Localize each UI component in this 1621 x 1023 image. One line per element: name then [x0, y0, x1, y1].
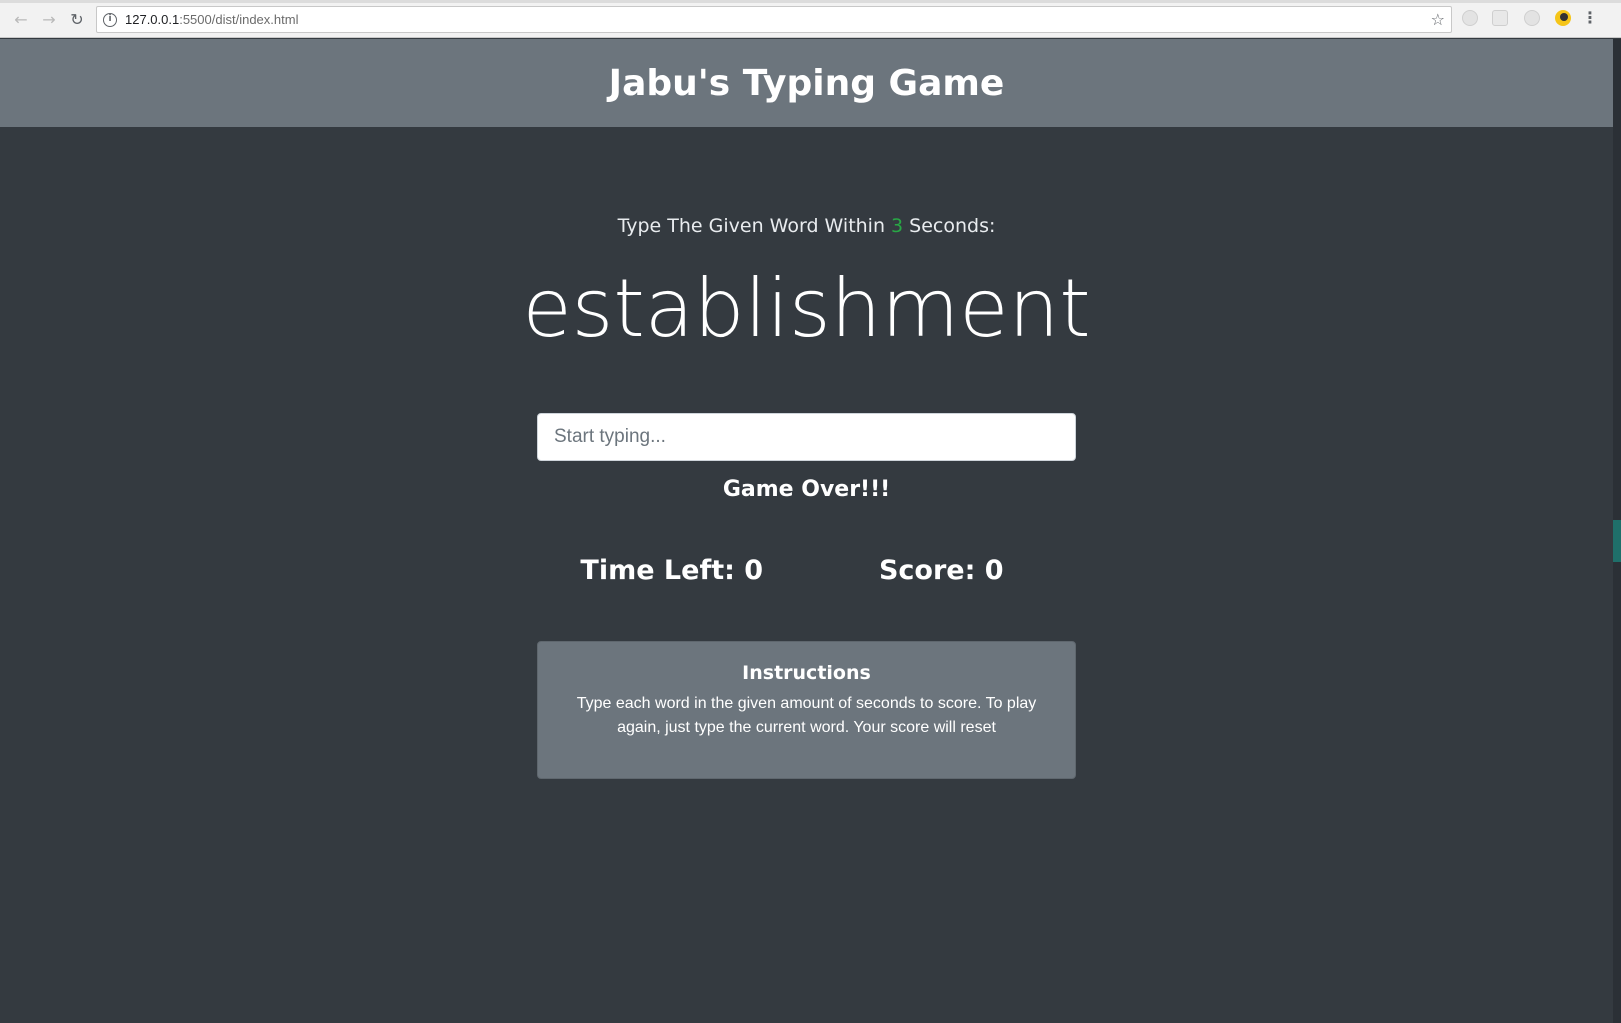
time-left-value: 0 [744, 555, 764, 586]
reload-icon[interactable]: ↻ [66, 8, 88, 30]
instructions-text: Type each word in the given amount of se… [576, 695, 1037, 736]
url-text: 127.0.0.1:5500/dist/index.html [125, 12, 298, 27]
scrollbar-thumb[interactable] [1613, 520, 1621, 562]
game-prompt: Type The Given Word Within 3 Seconds: [537, 215, 1076, 237]
kebab-menu-icon[interactable]: ⋮ [1582, 8, 1598, 27]
score-label: Score: [878, 555, 985, 586]
word-input[interactable] [537, 413, 1076, 461]
score-value: 0 [984, 555, 1004, 586]
extension-icon[interactable] [1555, 10, 1571, 26]
forward-arrow-icon[interactable]: → [38, 8, 60, 30]
instructions-title: Instructions [742, 662, 871, 684]
current-word: establishment [522, 262, 1091, 355]
prompt-prefix: Type The Given Word Within [617, 215, 892, 237]
extension-icon[interactable] [1524, 10, 1540, 26]
tab-strip [0, 0, 1621, 3]
extension-icon[interactable] [1462, 10, 1478, 26]
extension-icon[interactable] [1492, 10, 1508, 26]
time-left-label: Time Left: [580, 555, 745, 586]
game-stats: Time Left: 0 Score: 0 [537, 555, 1076, 586]
address-bar[interactable]: i 127.0.0.1:5500/dist/index.html ☆ [96, 6, 1452, 33]
time-left: Time Left: 0 [537, 555, 807, 586]
url-path: :5500/dist/index.html [179, 12, 299, 27]
status-message: Game Over!!! [722, 477, 891, 502]
page-title: Jabu's Typing Game [608, 62, 1005, 104]
info-icon[interactable]: i [103, 13, 117, 27]
score: Score: 0 [807, 555, 1077, 586]
seconds-value: 3 [891, 215, 904, 237]
back-arrow-icon[interactable]: ← [10, 8, 32, 30]
star-icon[interactable]: ☆ [1431, 10, 1445, 29]
browser-toolbar: ← → ↻ i 127.0.0.1:5500/dist/index.html ☆… [0, 0, 1621, 38]
instructions-card: Instructions Type each word in the given… [537, 641, 1076, 779]
page-body: Jabu's Typing Game Type The Given Word W… [0, 39, 1613, 1023]
page-header: Jabu's Typing Game [0, 39, 1613, 127]
url-host: 127.0.0.1 [125, 12, 180, 27]
prompt-suffix: Seconds: [903, 215, 996, 237]
